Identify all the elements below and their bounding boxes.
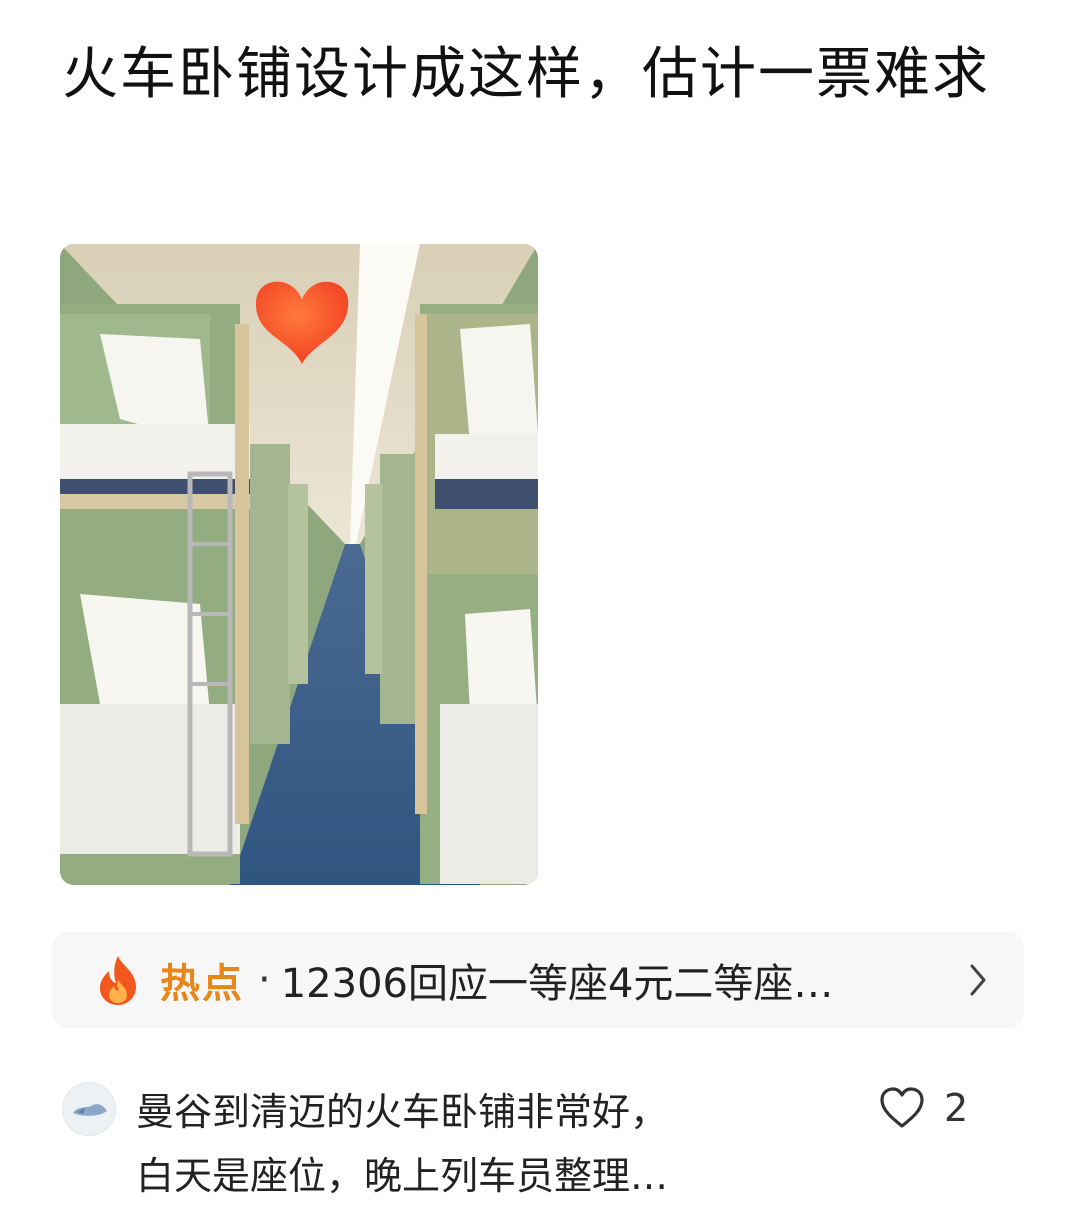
like-button[interactable]: 2: [878, 1086, 968, 1130]
hot-tag-label: 热点: [160, 961, 244, 1007]
flame-icon: [100, 956, 136, 1005]
comment-line-2: 白天是座位，晚上列车员整理…: [136, 1154, 669, 1198]
post-title: 火车卧铺设计成这样，估计一票难求: [62, 42, 990, 107]
avatar[interactable]: [62, 1082, 116, 1136]
hot-topic-text[interactable]: 12306回应一等座4元二等座…: [281, 951, 921, 1009]
comment-line-1: 曼谷到清迈的火车卧铺非常好，: [136, 1090, 669, 1134]
comment-item: 曼谷到清迈的火车卧铺非常好， 白天是座位，晚上列车员整理… 2: [60, 1080, 1020, 1220]
comment-text: 曼谷到清迈的火车卧铺非常好， 白天是座位，晚上列车员整理…: [136, 1080, 816, 1208]
chevron-right-icon[interactable]: [968, 962, 988, 998]
heart-outline-icon: [880, 1087, 924, 1128]
hot-separator: ·: [258, 957, 271, 1003]
hot-topic-banner[interactable]: 热点 · 12306回应一等座4元二等座…: [52, 932, 1024, 1028]
train-sleeper-image: [60, 244, 538, 885]
like-count: 2: [944, 1086, 969, 1130]
post-photo[interactable]: [60, 244, 538, 885]
